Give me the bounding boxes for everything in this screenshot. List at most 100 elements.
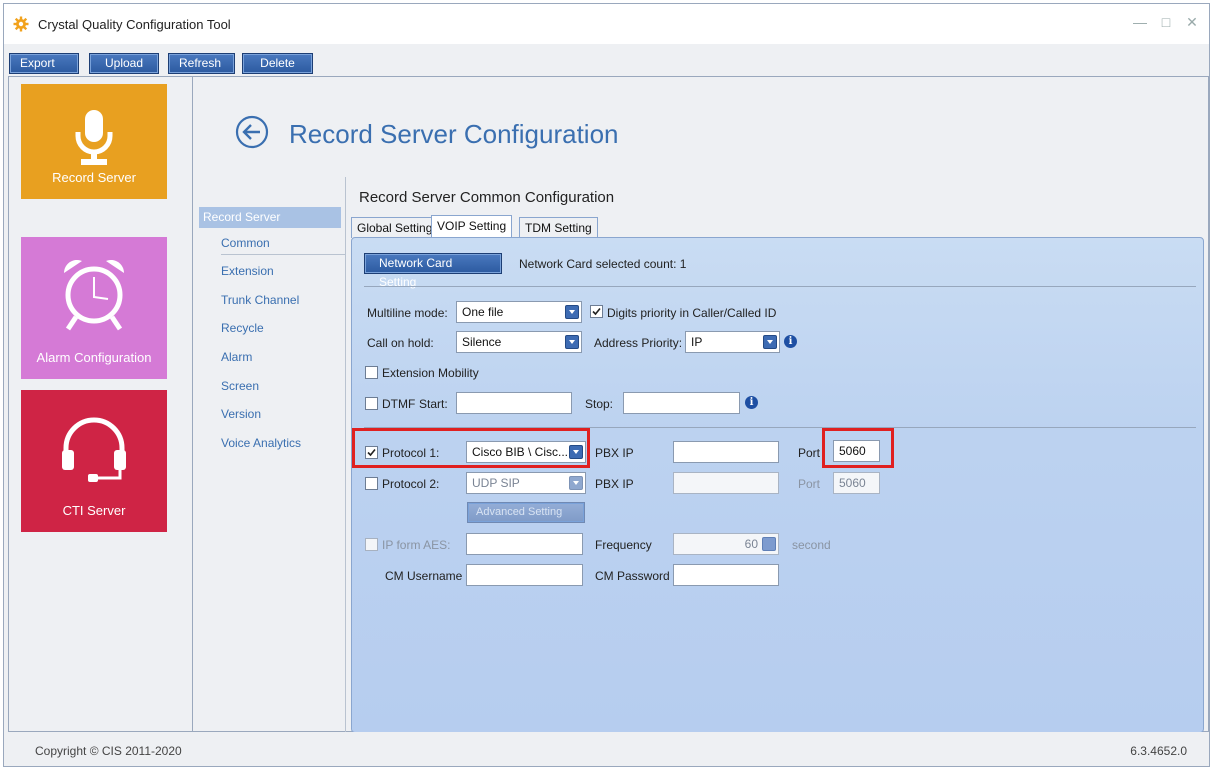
voip-settings-panel: Network Card Setting Network Card select… xyxy=(351,237,1204,733)
tab-voip-setting[interactable]: VOIP Setting xyxy=(431,215,513,238)
frequency-value: 60 xyxy=(744,537,758,551)
page-title: Record Server Configuration xyxy=(289,119,619,149)
dtmf-label: DTMF xyxy=(382,397,416,411)
protocol2-checkbox[interactable] xyxy=(365,477,378,490)
network-card-status: Network Card selected count: 1 xyxy=(519,257,687,271)
multiline-mode-select[interactable]: One file xyxy=(456,301,582,323)
ip-form-aes-label: IP form AES: xyxy=(382,538,451,552)
second-label: second xyxy=(792,538,831,552)
multiline-mode-label: Multiline mode: xyxy=(367,306,448,320)
protocol1-port-input[interactable]: 5060 xyxy=(833,440,880,462)
protocol2-select[interactable]: UDP SIP xyxy=(466,472,586,494)
dtmf-start-input[interactable] xyxy=(456,392,572,414)
protocol1-pbx-ip-input[interactable] xyxy=(673,441,779,463)
export-button[interactable]: Export xyxy=(9,53,79,74)
pbx-ip-label: PBX IP xyxy=(595,446,634,460)
minimize-icon[interactable]: — xyxy=(1129,13,1151,31)
address-priority-value: IP xyxy=(691,335,703,349)
spinner-arrows-icon[interactable] xyxy=(762,537,776,551)
dtmf-stop-input[interactable] xyxy=(623,392,740,414)
refresh-button[interactable]: Refresh xyxy=(168,53,235,74)
info-icon[interactable]: i xyxy=(784,335,797,348)
tile-cti-server[interactable]: CTI Server xyxy=(21,390,167,532)
protocol1-checkbox[interactable] xyxy=(365,446,378,459)
tile-alarm-configuration[interactable]: Alarm Configuration xyxy=(21,237,167,379)
cm-username-label: CM Username xyxy=(385,569,463,583)
subnav-item-trunk-channel[interactable]: Trunk Channel xyxy=(221,293,299,307)
subnav-item-voice-analytics[interactable]: Voice Analytics xyxy=(221,436,301,450)
protocol2-value: UDP SIP xyxy=(472,476,520,490)
address-priority-select[interactable]: IP xyxy=(685,331,780,353)
subnav-item-alarm[interactable]: Alarm xyxy=(221,350,252,364)
digits-priority-label: Digits priority in Caller/Called ID xyxy=(607,306,777,320)
info-icon[interactable]: i xyxy=(745,396,758,409)
tab-tdm-setting[interactable]: TDM Setting xyxy=(519,217,598,238)
copyright-text: Copyright © CIS 2011-2020 xyxy=(35,744,182,758)
digits-priority-checkbox[interactable] xyxy=(590,305,603,318)
tile-label-cti-server: CTI Server xyxy=(62,503,126,518)
frequency-label: Frequency xyxy=(595,538,652,552)
call-on-hold-value: Silence xyxy=(462,335,502,349)
multiline-mode-value: One file xyxy=(462,305,504,319)
port-label: Port xyxy=(798,477,821,491)
subnav-item-screen[interactable]: Screen xyxy=(221,379,259,393)
status-bar: Copyright © CIS 2011-2020 6.3.4652.0 xyxy=(4,732,1209,766)
headset-icon xyxy=(62,417,126,482)
extension-mobility-label: Extension Mobility xyxy=(382,366,479,380)
ip-form-aes-input[interactable] xyxy=(466,533,583,555)
alarm-clock-icon xyxy=(64,260,124,331)
subnav-item-common[interactable]: Common xyxy=(221,236,270,250)
checkmark-icon xyxy=(367,448,376,457)
chevron-down-icon xyxy=(569,476,583,490)
address-priority-label: Address Priority: xyxy=(594,336,683,350)
dtmf-checkbox[interactable] xyxy=(365,397,378,410)
frequency-spinner[interactable]: 60 xyxy=(673,533,779,555)
chevron-down-icon xyxy=(569,445,583,459)
subnav-item-extension[interactable]: Extension xyxy=(221,264,274,278)
back-arrow-icon[interactable] xyxy=(235,115,269,149)
version-text: 6.3.4652.0 xyxy=(1130,744,1187,758)
pbx-ip-label: PBX IP xyxy=(595,477,634,491)
protocol1-label: Protocol 1: xyxy=(382,446,440,460)
ip-form-aes-checkbox[interactable] xyxy=(365,538,378,551)
cm-password-label: CM Password xyxy=(595,569,670,583)
extension-mobility-checkbox[interactable] xyxy=(365,366,378,379)
network-card-setting-button[interactable]: Network Card Setting xyxy=(364,253,502,289)
app-window: Crystal Quality Configuration Tool — □ ✕… xyxy=(3,3,1210,767)
tile-label-alarm-configuration: Alarm Configuration xyxy=(36,350,152,365)
section-title: Record Server Common Configuration xyxy=(359,189,615,206)
chevron-down-icon xyxy=(763,335,777,349)
chevron-down-icon xyxy=(565,305,579,319)
cm-password-input[interactable] xyxy=(673,564,779,586)
protocol1-select[interactable]: Cisco BIB \ Cisc... xyxy=(466,441,586,463)
delete-button[interactable]: Delete xyxy=(242,53,313,74)
gear-app-icon xyxy=(13,16,29,32)
maximize-icon[interactable]: □ xyxy=(1155,13,1177,31)
chevron-down-icon xyxy=(565,335,579,349)
tile-label-record-server: Record Server xyxy=(52,170,136,185)
protocol2-pbx-ip-input[interactable] xyxy=(673,472,779,494)
module-nav: Record Server Alarm Configuration CTI Se… xyxy=(8,76,193,732)
subnav-item-version[interactable]: Version xyxy=(221,407,261,421)
main-content: Record Server Configuration Record Serve… xyxy=(193,76,1209,733)
close-icon[interactable]: ✕ xyxy=(1181,13,1203,31)
port-label: Port xyxy=(798,446,821,460)
call-on-hold-label: Call on hold: xyxy=(367,336,434,350)
upload-button[interactable]: Upload xyxy=(89,53,159,74)
microphone-icon xyxy=(75,110,113,165)
protocol2-port-input[interactable]: 5060 xyxy=(833,472,880,494)
checkmark-icon xyxy=(592,307,601,316)
protocol1-value: Cisco BIB \ Cisc... xyxy=(472,445,569,459)
dtmf-stop-label: Stop: xyxy=(585,397,614,411)
subnav-item-recycle[interactable]: Recycle xyxy=(221,321,264,335)
tab-global-setting[interactable]: Global Setting xyxy=(351,217,439,238)
subnav-underline xyxy=(221,254,345,255)
subnav-header[interactable]: Record Server xyxy=(199,207,341,228)
call-on-hold-select[interactable]: Silence xyxy=(456,331,582,353)
cm-username-input[interactable] xyxy=(466,564,583,586)
toolbar: Export Upload Refresh Delete xyxy=(4,44,1209,74)
tile-record-server[interactable]: Record Server xyxy=(21,84,167,199)
protocol2-label: Protocol 2: xyxy=(382,477,440,491)
advanced-setting-button[interactable]: Advanced Setting xyxy=(467,502,585,523)
dtmf-start-label: Start: xyxy=(419,397,448,411)
